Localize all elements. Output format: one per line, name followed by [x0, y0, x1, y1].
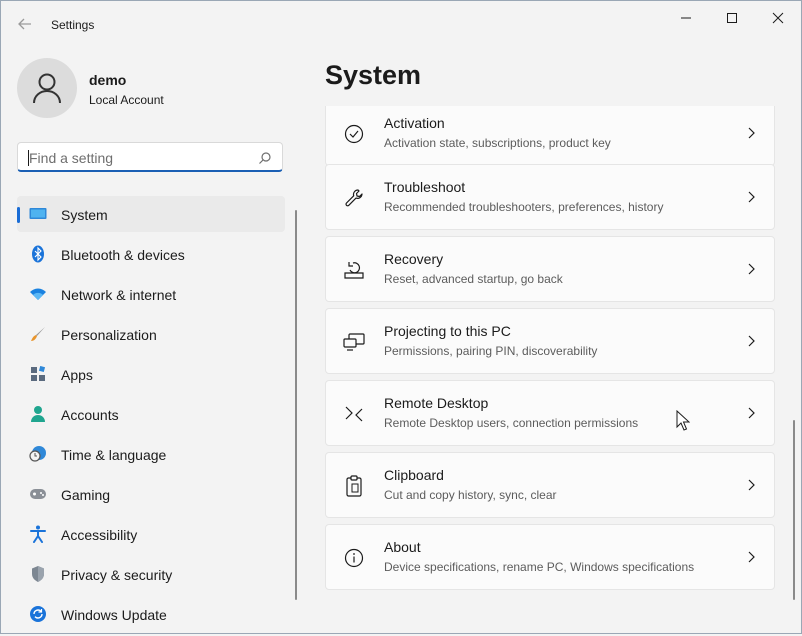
card-title: Projecting to this PC [384, 323, 511, 339]
card-title: Troubleshoot [384, 179, 466, 195]
sidebar-item-accessibility[interactable]: Accessibility [17, 516, 285, 552]
card-title: About [384, 539, 421, 555]
user-name: demo [89, 72, 127, 88]
close-icon [772, 12, 784, 24]
chevron-right-icon [748, 551, 755, 563]
settings-list: Activation Activation state, subscriptio… [325, 106, 777, 634]
sidebar-item-system[interactable]: System [17, 196, 285, 232]
bluetooth-icon [29, 245, 47, 263]
settings-card-recovery[interactable]: Recovery Reset, advanced startup, go bac… [325, 236, 775, 302]
sidebar-item-label: Bluetooth & devices [61, 247, 185, 263]
chevron-right-icon [748, 263, 755, 275]
chevron-right-icon [748, 407, 755, 419]
settings-card-clipboard[interactable]: Clipboard Cut and copy history, sync, cl… [325, 452, 775, 518]
page-title: System [325, 60, 422, 90]
card-title: Activation [384, 115, 445, 131]
person-icon [29, 405, 47, 423]
card-description: Activation state, subscriptions, product… [384, 136, 611, 150]
sidebar-item-network[interactable]: Network & internet [17, 276, 285, 312]
chevron-right-icon [748, 479, 755, 491]
selection-indicator [17, 207, 20, 223]
projection-icon [343, 331, 365, 353]
accessibility-icon [29, 525, 47, 543]
sidebar-item-label: System [61, 207, 108, 223]
sidebar-item-label: Accessibility [61, 527, 138, 543]
sidebar-item-label: Gaming [61, 487, 111, 503]
sidebar-item-label: Apps [61, 367, 93, 383]
settings-card-troubleshoot[interactable]: Troubleshoot Recommended troubleshooters… [325, 164, 775, 230]
sidebar-item-label: Privacy & security [61, 567, 173, 583]
sidebar-item-bluetooth[interactable]: Bluetooth & devices [17, 236, 285, 272]
info-icon [343, 547, 365, 569]
update-icon [29, 605, 47, 623]
sidebar-item-windows-update[interactable]: Windows Update [17, 596, 285, 632]
app-title: Settings [51, 18, 95, 32]
title-bar: Settings [0, 0, 802, 48]
sidebar-item-label: Network & internet [61, 287, 177, 303]
settings-card-projecting[interactable]: Projecting to this PC Permissions, pairi… [325, 308, 775, 374]
sidebar-item-label: Windows Update [61, 607, 167, 623]
mouse-cursor-icon [676, 410, 690, 431]
search-box[interactable] [17, 142, 283, 172]
check-circle-icon [343, 123, 365, 145]
back-arrow-icon [18, 18, 31, 30]
apps-icon [29, 365, 47, 383]
wrench-icon [343, 187, 365, 209]
sidebar-item-apps[interactable]: Apps [17, 356, 285, 392]
card-title: Recovery [384, 251, 444, 267]
minimize-button[interactable] [666, 6, 706, 30]
sidebar-nav: System Bluetooth & devices Network & int… [17, 196, 285, 636]
remote-desktop-icon [343, 403, 365, 425]
back-button[interactable] [14, 13, 36, 35]
minimize-icon [681, 17, 691, 19]
display-icon [29, 205, 47, 223]
card-description: Remote Desktop users, connection permiss… [384, 416, 639, 430]
sidebar-item-accounts[interactable]: Accounts [17, 396, 285, 432]
card-title: Remote Desktop [384, 395, 489, 411]
recovery-icon [343, 259, 365, 281]
sidebar-item-label: Time & language [61, 447, 167, 463]
card-description: Permissions, pairing PIN, discoverabilit… [384, 344, 598, 358]
avatar [17, 58, 77, 118]
sidebar-item-gaming[interactable]: Gaming [17, 476, 285, 512]
card-description: Cut and copy history, sync, clear [384, 488, 557, 502]
card-description: Recommended troubleshooters, preferences… [384, 200, 664, 214]
card-description: Device specifications, rename PC, Window… [384, 560, 695, 574]
maximize-button[interactable] [712, 6, 752, 30]
settings-card-remote-desktop[interactable]: Remote Desktop Remote Desktop users, con… [325, 380, 775, 446]
shield-icon [29, 565, 47, 583]
person-outline-icon [33, 73, 61, 104]
settings-card-about[interactable]: About Device specifications, rename PC, … [325, 524, 775, 590]
clock-globe-icon [29, 445, 47, 463]
clipboard-icon [343, 475, 365, 497]
search-input[interactable] [27, 148, 251, 168]
wifi-icon [29, 285, 47, 303]
sidebar-item-label: Personalization [61, 327, 157, 343]
account-type: Local Account [89, 93, 164, 107]
search-icon[interactable] [258, 151, 272, 165]
maximize-icon [727, 13, 737, 23]
chevron-right-icon [748, 191, 755, 203]
sidebar-item-privacy-security[interactable]: Privacy & security [17, 556, 285, 592]
content-scrollbar[interactable] [793, 420, 795, 600]
brush-icon [29, 325, 47, 343]
gamepad-icon [29, 485, 47, 503]
sidebar-scrollbar[interactable] [295, 210, 297, 600]
sidebar-item-time-language[interactable]: Time & language [17, 436, 285, 472]
sidebar-item-label: Accounts [61, 407, 119, 423]
card-title: Clipboard [384, 467, 444, 483]
chevron-right-icon [748, 127, 755, 139]
settings-card-activation[interactable]: Activation Activation state, subscriptio… [325, 106, 775, 166]
user-profile[interactable]: demo Local Account [17, 58, 297, 118]
close-button[interactable] [758, 6, 798, 30]
card-description: Reset, advanced startup, go back [384, 272, 563, 286]
chevron-right-icon [748, 335, 755, 347]
sidebar-item-personalization[interactable]: Personalization [17, 316, 285, 352]
